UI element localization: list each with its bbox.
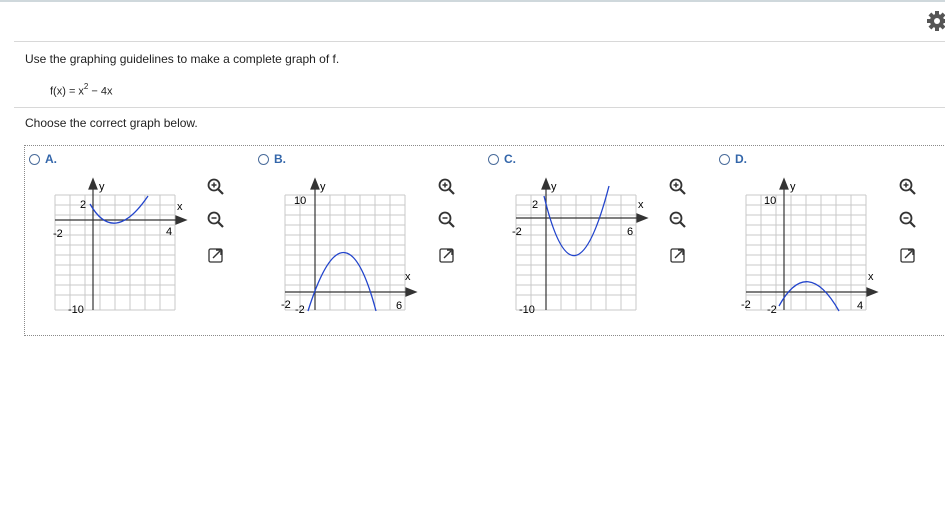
prompt-text: Choose the correct graph below.: [25, 116, 198, 130]
graph-b-curve: [307, 251, 377, 312]
option-b-label: B.: [274, 152, 286, 166]
zoom-in-icon[interactable]: [669, 178, 687, 196]
graph-b-xlabel: x: [405, 271, 411, 283]
zoom-out-icon[interactable]: [207, 211, 225, 229]
option-c-label: C.: [504, 152, 516, 166]
zoom-in-icon[interactable]: [899, 178, 917, 196]
open-new-window-icon[interactable]: [899, 246, 917, 264]
zoom-out-icon[interactable]: [438, 211, 456, 229]
function-suffix: − 4x: [88, 85, 113, 98]
function-expression: f(x) = x2 − 4x: [50, 82, 113, 98]
graph-d-tick-4: 4: [857, 300, 863, 312]
graph-b-tick-neg2-x: -2: [281, 299, 291, 311]
open-new-window-icon[interactable]: [207, 246, 225, 264]
option-a[interactable]: A.: [29, 152, 57, 166]
function-exponent: 2: [83, 82, 89, 91]
option-a-radio[interactable]: [29, 153, 40, 165]
graph-d-tick-neg2-x: -2: [741, 299, 751, 311]
zoom-out-icon[interactable]: [669, 211, 687, 229]
divider-top: [14, 41, 945, 42]
graph-c: y x 2 -2 6 -10: [512, 177, 649, 316]
graph-a-tick-neg2: -2: [53, 228, 63, 240]
graph-c-tick-2: 2: [532, 199, 538, 211]
graph-b: y x 10 -2 -2 6: [281, 177, 418, 316]
graph-b-ylabel: y: [320, 181, 326, 193]
option-a-label: A.: [45, 152, 57, 166]
gear-icon[interactable]: [927, 11, 945, 31]
instruction-text: Use the graphing guidelines to make a co…: [25, 52, 340, 66]
zoom-in-icon[interactable]: [438, 178, 456, 196]
option-d-label: D.: [735, 152, 747, 166]
graph-a-ylabel: y: [99, 181, 105, 193]
graph-d-xlabel: x: [868, 271, 874, 283]
option-d-radio[interactable]: [719, 153, 730, 165]
graph-c-tick-neg2: -2: [512, 226, 522, 238]
graph-c-tick-6: 6: [627, 226, 633, 238]
graph-d-tick-neg2-y: -2: [767, 304, 777, 316]
graph-a-curve: [89, 195, 149, 224]
top-bar: [0, 0, 945, 2]
graph-a: y x 2 -2 4 -10: [53, 177, 188, 316]
graph-c-ylabel: y: [551, 181, 557, 193]
open-new-window-icon[interactable]: [669, 246, 687, 264]
graph-c-tick-neg10: -10: [519, 304, 535, 316]
open-new-window-icon[interactable]: [438, 246, 456, 264]
graph-d-grid: [745, 194, 867, 311]
graph-d-curve: [778, 281, 840, 312]
graph-c-grid: [515, 194, 637, 311]
graph-a-tick-neg10: -10: [68, 304, 84, 316]
graph-a-tick-2: 2: [80, 199, 86, 211]
graph-b-tick-6: 6: [396, 300, 402, 312]
option-c-radio[interactable]: [488, 153, 499, 165]
option-c[interactable]: C.: [488, 152, 516, 166]
function-prefix: f(x) = x: [50, 85, 84, 98]
option-b-radio[interactable]: [258, 153, 269, 165]
graph-b-tick-10: 10: [294, 195, 306, 207]
graph-d: y x 10 -2 -2 4: [741, 177, 879, 316]
graph-a-tick-4: 4: [166, 226, 172, 238]
zoom-out-icon[interactable]: [899, 211, 917, 229]
zoom-in-icon[interactable]: [207, 178, 225, 196]
graph-d-tick-10: 10: [764, 195, 776, 207]
graph-b-tick-neg2-y: -2: [295, 304, 305, 316]
divider-middle: [14, 107, 945, 108]
graph-a-xlabel: x: [177, 201, 183, 213]
graph-a-grid: [54, 194, 176, 311]
option-d[interactable]: D.: [719, 152, 747, 166]
option-b[interactable]: B.: [258, 152, 286, 166]
graph-c-xlabel: x: [638, 199, 644, 211]
graph-d-ylabel: y: [790, 181, 796, 193]
